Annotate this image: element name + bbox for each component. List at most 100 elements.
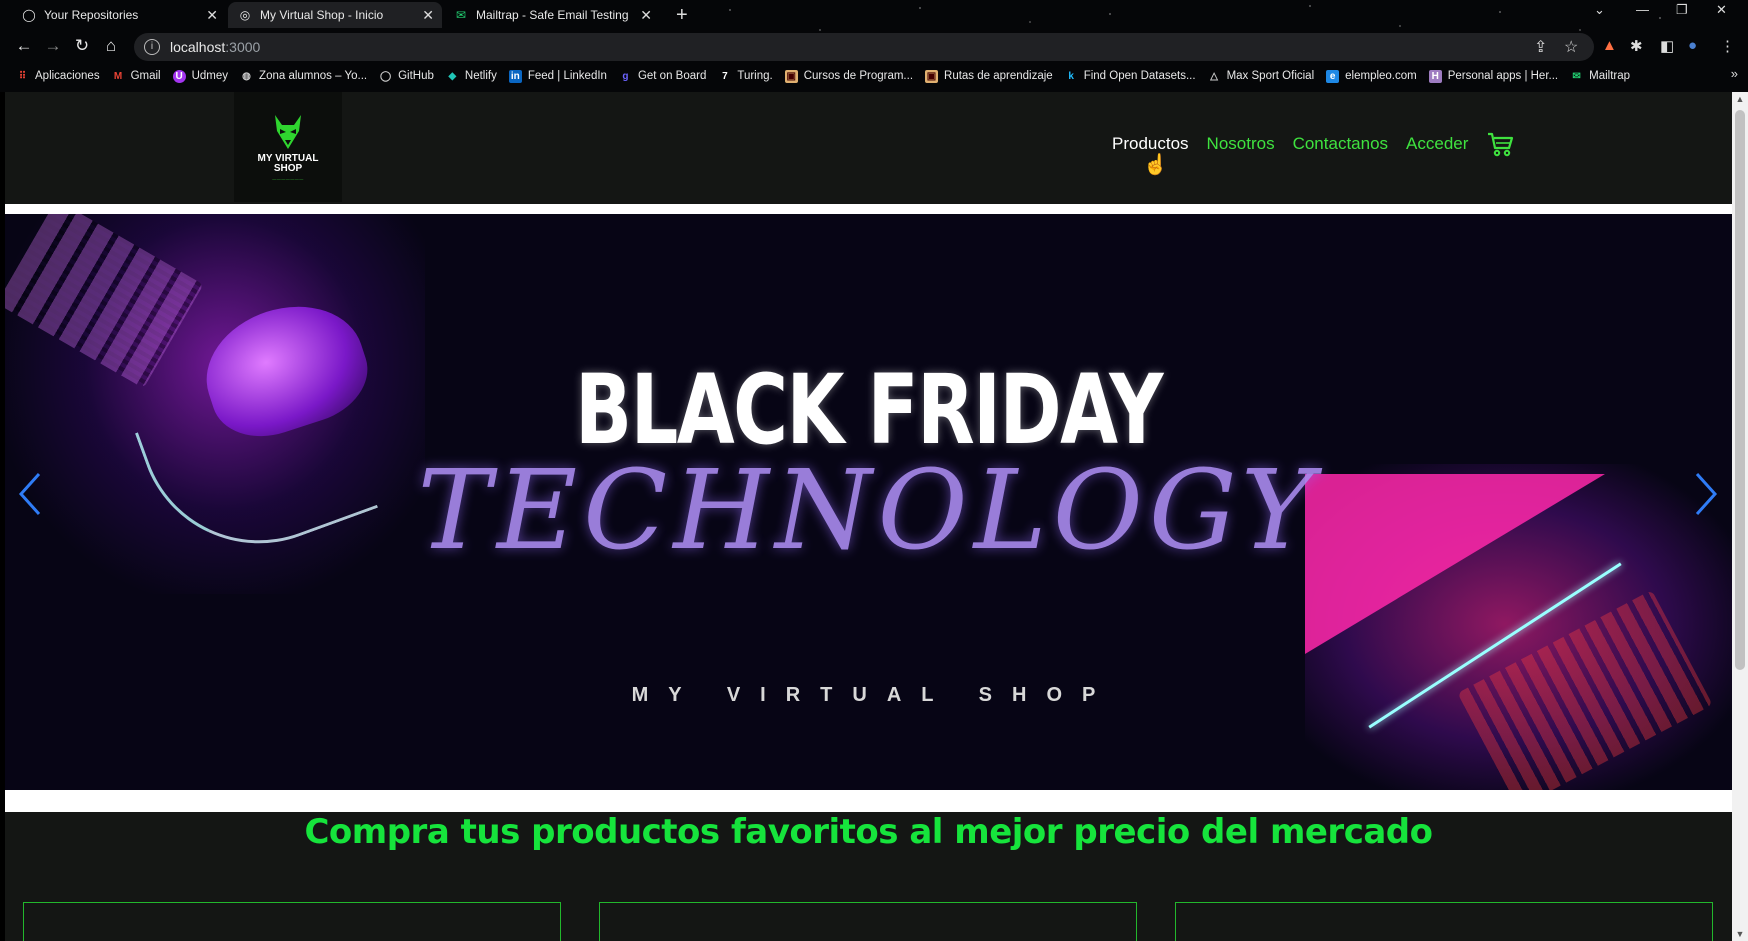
github-icon: ◯ <box>380 70 392 82</box>
bookmark-label: GitHub <box>398 70 434 82</box>
close-icon[interactable]: ✕ <box>640 7 652 24</box>
linkedin-icon: in <box>508 69 522 83</box>
product-card[interactable] <box>1175 902 1713 941</box>
elempleo-icon: e <box>1326 69 1340 83</box>
extensions-puzzle-icon[interactable]: ✱ <box>1630 37 1643 55</box>
globe-icon: ◍ <box>242 70 251 82</box>
close-icon[interactable]: ✕ <box>206 7 218 24</box>
product-card[interactable] <box>599 902 1137 941</box>
mailtrap-icon: ✉ <box>455 8 467 22</box>
logo-text: MY VIRTUAL SHOP <box>258 154 319 174</box>
udemy-icon: U <box>172 69 186 83</box>
bookmarks-bar: ⠿ Aplicaciones M Gmail U Udmey ◍ Zona alumno… <box>0 64 1748 88</box>
bookmark-rutas[interactable]: ▣ Rutas de aprendizaje <box>925 69 1053 83</box>
bookmark-label: elempleo.com <box>1345 70 1417 82</box>
bookmark-netlify[interactable]: ◆ Netlify <box>446 70 497 83</box>
bookmark-label: Mailtrap <box>1589 70 1631 82</box>
logo-subtext: ——————— <box>272 176 304 181</box>
page-viewport: MY VIRTUAL SHOP ——————— Productos Nosotro… <box>5 92 1732 941</box>
bookmark-label: Get on Board <box>637 70 707 82</box>
browser-chrome: ◯ Your Repositories ✕ ◎ My Virtual Shop … <box>0 0 1748 92</box>
github-icon: ◯ <box>22 8 36 22</box>
bookmark-label: Gmail <box>130 70 161 82</box>
bookmark-label: Personal apps | Her... <box>1447 70 1559 82</box>
carousel-next-button[interactable] <box>1685 464 1725 524</box>
hero-carousel: BLACK FRIDAY TECHNOLOGY MY VIRTUAL SHOP <box>5 214 1732 790</box>
share-icon[interactable]: ⇪ <box>1534 37 1547 57</box>
new-tab-button[interactable]: + <box>676 4 688 27</box>
bookmark-cursos[interactable]: ▣ Cursos de Program... <box>784 69 913 83</box>
tab-mailtrap[interactable]: ✉ Mailtrap - Safe Email Testing ✕ <box>444 2 660 28</box>
bookmark-heroku[interactable]: H Personal apps | Her... <box>1428 69 1559 83</box>
bookmark-get-on-board[interactable]: g Get on Board <box>619 70 706 83</box>
cart-icon[interactable] <box>1486 130 1514 158</box>
bookmark-label: Udmey <box>191 70 229 82</box>
address-bar[interactable]: i localhost:3000 ⇪ ☆ <box>134 33 1594 61</box>
tab-my-virtual-shop[interactable]: ◎ My Virtual Shop - Inicio ✕ <box>228 2 442 28</box>
bookmark-turing[interactable]: 7 Turing. <box>718 70 773 83</box>
bookmark-zona-alumnos[interactable]: ◍ Zona alumnos – Yo... <box>240 70 367 83</box>
mailtrap-icon: ✉ <box>1572 70 1581 82</box>
bookmark-github[interactable]: ◯ GitHub <box>379 70 434 83</box>
bookmark-udmey[interactable]: U Udmey <box>172 69 229 83</box>
gmail-icon: M <box>113 70 123 82</box>
bookmark-label: Netlify <box>464 70 497 82</box>
url-port: :3000 <box>225 39 261 55</box>
bookmark-gmail[interactable]: M Gmail <box>112 70 161 83</box>
restore-icon[interactable]: ❐ <box>1676 2 1688 18</box>
tab-title: Mailtrap - Safe Email Testing <box>476 8 629 22</box>
scrollbar-thumb[interactable] <box>1735 110 1745 670</box>
scroll-up-icon[interactable]: ▲ <box>1732 94 1748 104</box>
heroku-icon: H <box>1428 69 1442 83</box>
wolf-logo-icon <box>275 115 301 149</box>
products-section: Compra tus productos favoritos al mejor … <box>5 812 1732 941</box>
product-card[interactable] <box>23 902 561 941</box>
bookmark-label: Turing. <box>737 70 773 82</box>
scroll-down-icon[interactable]: ▼ <box>1732 929 1748 939</box>
home-icon[interactable]: ⌂ <box>100 36 122 56</box>
bookmark-label: Find Open Datasets... <box>1083 70 1196 82</box>
reload-icon[interactable]: ↻ <box>71 36 93 56</box>
bookmark-elempleo[interactable]: e elempleo.com <box>1326 69 1417 83</box>
nav-nosotros[interactable]: Nosotros <box>1207 134 1275 154</box>
carousel-prev-button[interactable] <box>11 464 51 524</box>
kaggle-icon: k <box>1068 70 1074 82</box>
bookmark-label: Feed | LinkedIn <box>527 70 607 82</box>
bookmark-max-sport[interactable]: △ Max Sport Oficial <box>1208 70 1314 83</box>
hero-script-title: TECHNOLOGY <box>417 446 1320 574</box>
url-text: localhost:3000 <box>170 39 260 55</box>
tab-title: Your Repositories <box>44 8 139 22</box>
tab-title: My Virtual Shop - Inicio <box>260 8 384 22</box>
close-icon[interactable]: ✕ <box>422 7 434 24</box>
bookmark-mailtrap[interactable]: ✉ Mailtrap <box>1570 70 1630 83</box>
chevron-left-icon <box>18 472 41 516</box>
bookmark-kaggle[interactable]: k Find Open Datasets... <box>1065 70 1196 83</box>
page-scrollbar[interactable]: ▲ ▼ <box>1732 92 1748 941</box>
more-bookmarks-icon[interactable]: » <box>1731 66 1738 81</box>
forward-icon[interactable]: → <box>42 36 64 56</box>
side-panel-icon[interactable]: ◧ <box>1660 37 1674 55</box>
turing-icon: 7 <box>722 70 728 82</box>
extension-icon[interactable]: ▲ <box>1602 37 1617 54</box>
site-logo[interactable]: MY VIRTUAL SHOP ——————— <box>234 92 342 202</box>
close-window-icon[interactable]: ✕ <box>1716 2 1727 18</box>
bookmark-label: Aplicaciones <box>35 70 100 82</box>
section-heading: Compra tus productos favoritos al mejor … <box>304 812 1433 852</box>
menu-kebab-icon[interactable]: ⋮ <box>1720 37 1735 55</box>
nav-contactanos[interactable]: Contactanos <box>1293 134 1388 154</box>
bookmark-linkedin[interactable]: in Feed | LinkedIn <box>508 69 607 83</box>
globe-icon: ◎ <box>239 8 251 22</box>
maxsport-icon: △ <box>1210 70 1218 82</box>
site-info-icon[interactable]: i <box>144 39 160 55</box>
bookmark-aplicaciones[interactable]: ⠿ Aplicaciones <box>16 70 100 83</box>
tab-search-icon[interactable]: ⌄ <box>1594 2 1605 18</box>
back-icon[interactable]: ← <box>13 36 35 56</box>
tab-your-repositories[interactable]: ◯ Your Repositories ✕ <box>12 2 226 28</box>
nav-productos[interactable]: Productos <box>1112 134 1189 154</box>
pointer-cursor-icon: ☝ <box>1143 154 1168 176</box>
chevron-right-icon <box>1695 472 1718 516</box>
profile-avatar-icon[interactable]: ● <box>1688 37 1697 54</box>
nav-acceder[interactable]: Acceder <box>1406 134 1468 154</box>
bookmark-star-icon[interactable]: ☆ <box>1564 37 1578 57</box>
minimize-icon[interactable]: — <box>1636 2 1649 17</box>
